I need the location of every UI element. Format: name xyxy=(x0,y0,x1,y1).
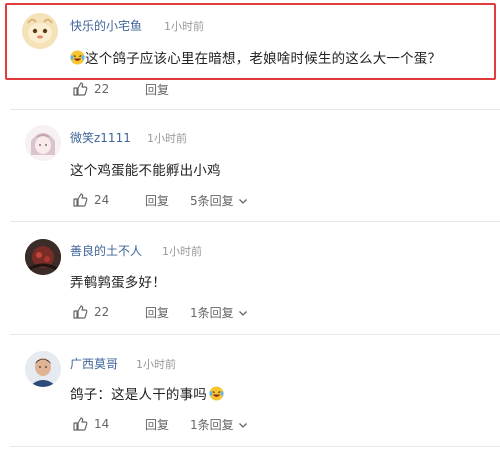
comment-text: 弄鹌鹑蛋多好！ xyxy=(70,275,166,291)
divider xyxy=(10,221,500,222)
laughing-tears-emoji-icon xyxy=(209,386,224,401)
view-replies-button[interactable]: 5条回复 xyxy=(190,192,248,209)
timestamp: 1小时前 xyxy=(136,358,176,371)
like-count: 22 xyxy=(94,82,110,96)
view-replies-button[interactable]: 1条回复 xyxy=(190,304,248,321)
like-count: 14 xyxy=(94,417,110,431)
timestamp: 1小时前 xyxy=(164,20,204,33)
like-button[interactable]: 24 xyxy=(72,192,109,208)
comment-text-body: 鸽子：这是人干的事吗 xyxy=(70,387,207,403)
highlight-box xyxy=(5,3,496,80)
replies-count-label: 1条回复 xyxy=(190,418,234,432)
reply-button[interactable]: 回复 xyxy=(145,304,169,321)
like-button[interactable]: 14 xyxy=(72,416,109,432)
comment-text: 这个鸡蛋能不能孵出小鸡 xyxy=(70,163,221,179)
like-button[interactable]: 22 xyxy=(72,81,109,97)
timestamp: 1小时前 xyxy=(162,245,202,258)
comment-text: 鸽子：这是人干的事吗 xyxy=(70,383,224,403)
username[interactable]: 善良的土不人 xyxy=(70,242,142,259)
avatar[interactable] xyxy=(25,239,61,275)
view-replies-button[interactable]: 1条回复 xyxy=(190,416,248,433)
chevron-down-icon xyxy=(238,422,247,428)
reply-button[interactable]: 回复 xyxy=(145,416,169,433)
thumbs-up-icon xyxy=(73,193,88,207)
timestamp: 1小时前 xyxy=(147,132,187,145)
divider xyxy=(10,446,500,447)
laughing-tears-emoji-icon xyxy=(70,50,85,65)
replies-count-label: 1条回复 xyxy=(190,306,234,320)
thumbs-up-icon xyxy=(73,417,88,431)
username[interactable]: 广西莫哥 xyxy=(70,355,118,372)
divider xyxy=(10,334,500,335)
avatar[interactable] xyxy=(22,13,58,49)
divider xyxy=(10,109,500,110)
comment-text: 这个鸽子应该心里在暗想，老娘啥时候生的这么大一个蛋？ xyxy=(70,47,441,67)
chevron-down-icon xyxy=(238,310,247,316)
username[interactable]: 快乐的小宅鱼 xyxy=(70,17,142,34)
thumbs-up-icon xyxy=(73,82,88,96)
reply-button[interactable]: 回复 xyxy=(145,192,169,209)
replies-count-label: 5条回复 xyxy=(190,194,234,208)
comment-text-body: 这个鸽子应该心里在暗想，老娘啥时候生的这么大一个蛋？ xyxy=(85,51,442,67)
reply-button[interactable]: 回复 xyxy=(145,81,169,98)
like-count: 22 xyxy=(94,305,110,319)
avatar[interactable] xyxy=(25,125,61,161)
like-button[interactable]: 22 xyxy=(72,304,109,320)
like-count: 24 xyxy=(94,193,110,207)
avatar[interactable] xyxy=(25,351,61,387)
username[interactable]: 微笑z1111 xyxy=(70,129,131,146)
chevron-down-icon xyxy=(238,198,247,204)
thumbs-up-icon xyxy=(73,305,88,319)
